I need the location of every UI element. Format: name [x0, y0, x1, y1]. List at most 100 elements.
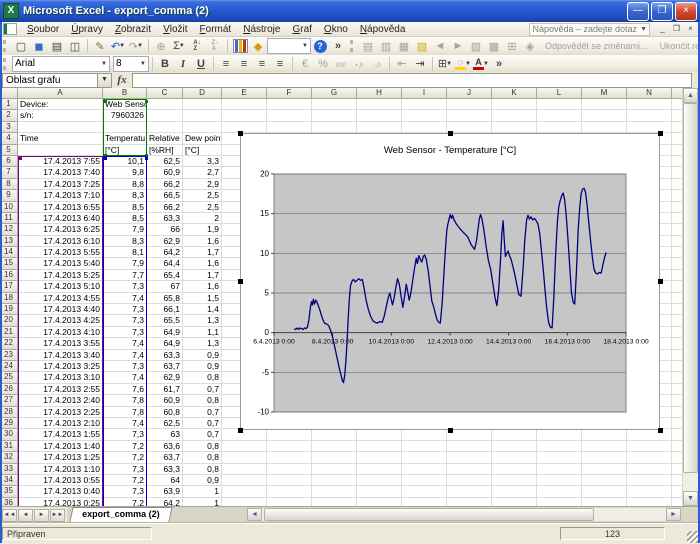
row-header-10[interactable]: 10 [0, 202, 18, 213]
scroll-down-icon[interactable]: ▼ [683, 491, 698, 506]
cell[interactable] [537, 475, 582, 486]
scroll-up-icon[interactable]: ▲ [683, 88, 698, 103]
row-header-19[interactable]: 19 [0, 304, 18, 315]
cell[interactable]: 7,3 [103, 429, 147, 440]
new-document-icon[interactable]: ▢ [13, 39, 29, 54]
format-painter-icon[interactable]: ✎ [92, 39, 108, 54]
cell[interactable] [447, 498, 492, 506]
cell[interactable] [627, 122, 672, 133]
column-header-m[interactable]: M [582, 88, 627, 99]
cell[interactable]: 17.4.2013 0:55 [18, 475, 103, 486]
cell[interactable]: 0,7 [183, 407, 222, 418]
cell[interactable]: 0,7 [183, 384, 222, 395]
cell[interactable]: 7,3 [103, 486, 147, 497]
cell[interactable] [357, 441, 402, 452]
zoom-combobox[interactable]: ▼ [267, 38, 311, 54]
cell[interactable] [447, 99, 492, 110]
row-header-36[interactable]: 36 [0, 498, 18, 506]
track-changes-icon[interactable]: ▤ [360, 39, 376, 54]
menu-item-upravy[interactable]: Úpravy [65, 23, 109, 36]
cell[interactable]: 7,8 [103, 407, 147, 418]
row-header-28[interactable]: 28 [0, 407, 18, 418]
cell[interactable]: 60,9 [147, 167, 183, 178]
cell[interactable] [357, 452, 402, 463]
cell[interactable] [222, 475, 267, 486]
toolbar-grip[interactable] [350, 40, 356, 52]
cell[interactable]: 17.4.2013 3:10 [18, 372, 103, 383]
column-header-n[interactable]: N [627, 88, 672, 99]
cell[interactable]: 60,8 [147, 407, 183, 418]
cell[interactable]: [°C] [103, 145, 147, 156]
cell[interactable]: 8,5 [103, 202, 147, 213]
row-header-6[interactable]: 6 [0, 156, 18, 167]
vertical-scrollbar-thumb[interactable] [683, 103, 698, 473]
cell[interactable]: 7,3 [103, 361, 147, 372]
cell[interactable]: 8,8 [103, 179, 147, 190]
chart-resize-handle[interactable] [658, 131, 663, 136]
cell[interactable]: Dew point [183, 133, 222, 144]
cell[interactable] [627, 99, 672, 110]
cell[interactable] [582, 110, 627, 121]
scrollbar-track[interactable] [594, 508, 666, 521]
cell[interactable] [447, 441, 492, 452]
cell[interactable]: 7,3 [103, 464, 147, 475]
font-name-combobox[interactable]: Arial ▼ [12, 56, 110, 72]
first-sheet-icon[interactable]: ◄◄ [2, 509, 17, 522]
cell[interactable]: 7,8 [103, 395, 147, 406]
cell[interactable] [267, 99, 312, 110]
cell[interactable]: 7,9 [103, 258, 147, 269]
cell[interactable] [582, 429, 627, 440]
cell[interactable]: Temperatu [103, 133, 147, 144]
cell[interactable]: 7,4 [103, 418, 147, 429]
cell[interactable] [402, 452, 447, 463]
delete-comment-icon[interactable]: ▩ [486, 39, 502, 54]
cell[interactable]: 2,5 [183, 202, 222, 213]
scroll-right-icon[interactable]: ► [666, 508, 681, 521]
column-header-f[interactable]: F [267, 88, 312, 99]
column-header-a[interactable]: A [18, 88, 103, 99]
menu-item-vlozit[interactable]: Vložit [157, 23, 193, 36]
row-header-25[interactable]: 25 [0, 372, 18, 383]
cell[interactable]: 1,9 [183, 224, 222, 235]
italic-icon[interactable]: I [175, 56, 191, 71]
cell[interactable] [183, 99, 222, 110]
print-icon[interactable]: ▤ [49, 39, 65, 54]
sort-descending-icon[interactable]: Z↓A [207, 39, 223, 54]
cell[interactable] [357, 99, 402, 110]
cell[interactable] [312, 498, 357, 506]
send-review-icon[interactable]: ◈ [522, 39, 538, 54]
column-header-c[interactable]: C [147, 88, 183, 99]
row-header-1[interactable]: 1 [0, 99, 18, 110]
cell[interactable]: 1,7 [183, 270, 222, 281]
cell[interactable] [312, 486, 357, 497]
row-header-20[interactable]: 20 [0, 315, 18, 326]
cell[interactable] [267, 452, 312, 463]
row-header-12[interactable]: 12 [0, 224, 18, 235]
cell[interactable]: 17.4.2013 2:55 [18, 384, 103, 395]
cell[interactable]: 7,2 [103, 452, 147, 463]
cell[interactable]: 7,2 [103, 475, 147, 486]
cell[interactable]: 1,5 [183, 293, 222, 304]
cell[interactable] [582, 486, 627, 497]
accept-changes-icon[interactable]: ▦ [396, 39, 412, 54]
cell[interactable]: 17.4.2013 7:55 [18, 156, 103, 167]
drawing-icon[interactable]: ◆ [250, 39, 266, 54]
menu-item-napoveda[interactable]: Nápověda [354, 23, 412, 36]
cell[interactable] [357, 498, 402, 506]
cell[interactable] [447, 452, 492, 463]
cell[interactable]: 1,6 [183, 281, 222, 292]
cell[interactable]: 7,4 [103, 293, 147, 304]
cell[interactable] [222, 464, 267, 475]
cell[interactable]: 7,3 [103, 281, 147, 292]
cell[interactable]: 65,8 [147, 293, 183, 304]
help-query-input[interactable]: Nápověda – zadejte dotaz ▼ [529, 23, 650, 36]
reply-with-changes-button[interactable]: Odpovědět se změnami... [545, 41, 648, 51]
cell[interactable] [267, 486, 312, 497]
cell[interactable]: 63,9 [147, 486, 183, 497]
cell[interactable] [147, 122, 183, 133]
row-header-15[interactable]: 15 [0, 258, 18, 269]
cell[interactable]: 63,7 [147, 361, 183, 372]
cell[interactable] [627, 441, 672, 452]
cell[interactable] [402, 429, 447, 440]
cell[interactable]: 64,4 [147, 258, 183, 269]
